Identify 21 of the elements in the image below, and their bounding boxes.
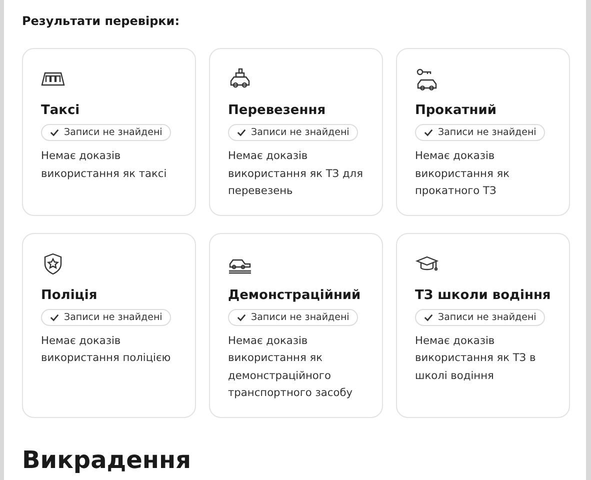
card-title: ТЗ школи водіння [415,288,552,302]
card-title: Перевезення [228,103,327,118]
card-description: Немає доказів використання поліцією [41,334,172,366]
section-heading: Викрадення [22,446,192,474]
status-badge: Записи не знайдені [415,124,546,141]
card-description: Немає доказів використання як ТЗ в школі водіння [415,334,537,384]
card-description: Немає доказів використання як прокатного ТЗ [415,149,510,199]
card-title: Демонстраційний [228,288,362,302]
card-title: Поліція [41,288,98,302]
car-and-key-icon [415,67,439,91]
status-badge: Записи не знайдені [415,308,546,326]
status-badge: Записи не знайдені [41,308,172,326]
card-description: Немає доказів використання як ТЗ для перевезень [228,149,364,199]
status-badge: Записи не знайдені [228,308,358,326]
card-title: Прокатний [415,103,498,118]
card-description: Немає доказів використання як таксі [41,149,168,182]
status-badge: Записи не знайдені [41,124,172,141]
status-badge: Записи не знайдені [228,124,358,141]
card-description: Немає доказів використання як демонстраційного транспортного засобу [228,334,354,401]
section-title: Результати перевірки: [22,14,181,28]
card-title: Таксі [41,103,81,118]
